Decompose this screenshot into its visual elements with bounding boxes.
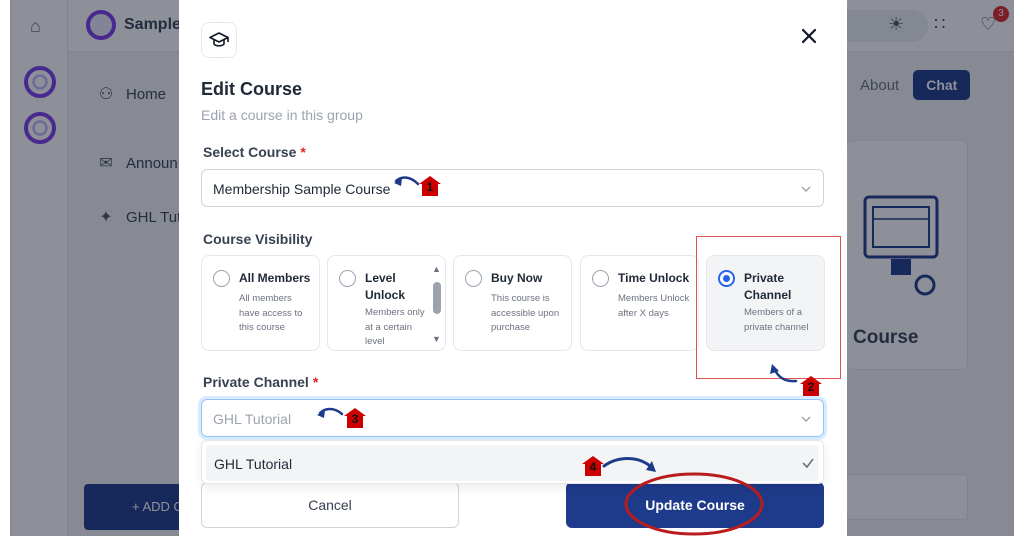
- option-description: Members Unlock after X days: [618, 293, 690, 319]
- annotation-highlight-box: [696, 236, 841, 379]
- cancel-button[interactable]: Cancel: [201, 482, 459, 528]
- radio-button[interactable]: [465, 270, 482, 287]
- private-channel-label: Private Channel *: [203, 374, 318, 390]
- scroll-up-icon[interactable]: ▲: [432, 264, 441, 274]
- option-description: All members have access to this course: [239, 293, 303, 333]
- private-channel-select[interactable]: GHL Tutorial: [201, 399, 824, 437]
- private-channel-placeholder: GHL Tutorial: [213, 411, 292, 427]
- option-title: Time Unlock: [618, 271, 690, 285]
- chevron-down-icon: [801, 416, 811, 422]
- step-number: 2: [807, 380, 815, 394]
- modal-subtitle: Edit a course in this group: [201, 107, 363, 123]
- option-title: Level Unlock: [365, 271, 406, 302]
- step-number: 3: [351, 412, 359, 426]
- annotation-step-4: 4: [582, 456, 604, 476]
- visibility-option-level-unlock[interactable]: Level Unlock Members only at a certain l…: [327, 255, 446, 351]
- select-course-label: Select Course *: [203, 144, 306, 160]
- visibility-option-all-members[interactable]: All Members All members have access to t…: [201, 255, 320, 351]
- chevron-down-icon: [801, 186, 811, 192]
- radio-button[interactable]: [592, 270, 609, 287]
- private-channel-label-text: Private Channel: [203, 374, 309, 390]
- option-description: Members only at a certain level: [365, 307, 425, 347]
- visibility-option-time-unlock[interactable]: Time Unlock Members Unlock after X days: [580, 255, 699, 351]
- visibility-option-buy-now[interactable]: Buy Now This course is accessible upon p…: [453, 255, 572, 351]
- graduation-cap-icon: [201, 22, 237, 58]
- required-mark: *: [300, 144, 306, 160]
- step-number: 1: [426, 180, 434, 194]
- select-course-dropdown[interactable]: Membership Sample Course: [201, 169, 824, 207]
- option-description: This course is accessible upon purchase: [491, 293, 560, 333]
- annotation-step-3: 3: [344, 408, 366, 428]
- update-course-button[interactable]: Update Course: [566, 482, 824, 528]
- radio-button[interactable]: [213, 270, 230, 287]
- course-visibility-label: Course Visibility: [203, 231, 313, 247]
- annotation-step-2: 2: [800, 376, 822, 396]
- annotation-step-1: 1: [419, 176, 441, 196]
- option-scrollbar[interactable]: ▲ ▼: [431, 264, 443, 346]
- option-title: All Members: [239, 271, 311, 285]
- close-icon[interactable]: [799, 26, 819, 46]
- option-title: Buy Now: [491, 271, 543, 285]
- select-course-value: Membership Sample Course: [213, 181, 391, 197]
- scroll-thumb[interactable]: [433, 282, 441, 314]
- dropdown-option-label: GHL Tutorial: [214, 456, 293, 472]
- required-mark: *: [312, 374, 319, 390]
- radio-button[interactable]: [339, 270, 356, 287]
- checkmark-icon: [802, 458, 814, 469]
- private-channel-dropdown-menu: GHL Tutorial: [201, 440, 824, 484]
- scroll-down-icon[interactable]: ▼: [432, 334, 441, 344]
- select-course-label-text: Select Course: [203, 144, 297, 160]
- dropdown-option-ghl-tutorial[interactable]: GHL Tutorial: [206, 445, 819, 481]
- step-number: 4: [589, 460, 597, 474]
- modal-title: Edit Course: [201, 79, 303, 99]
